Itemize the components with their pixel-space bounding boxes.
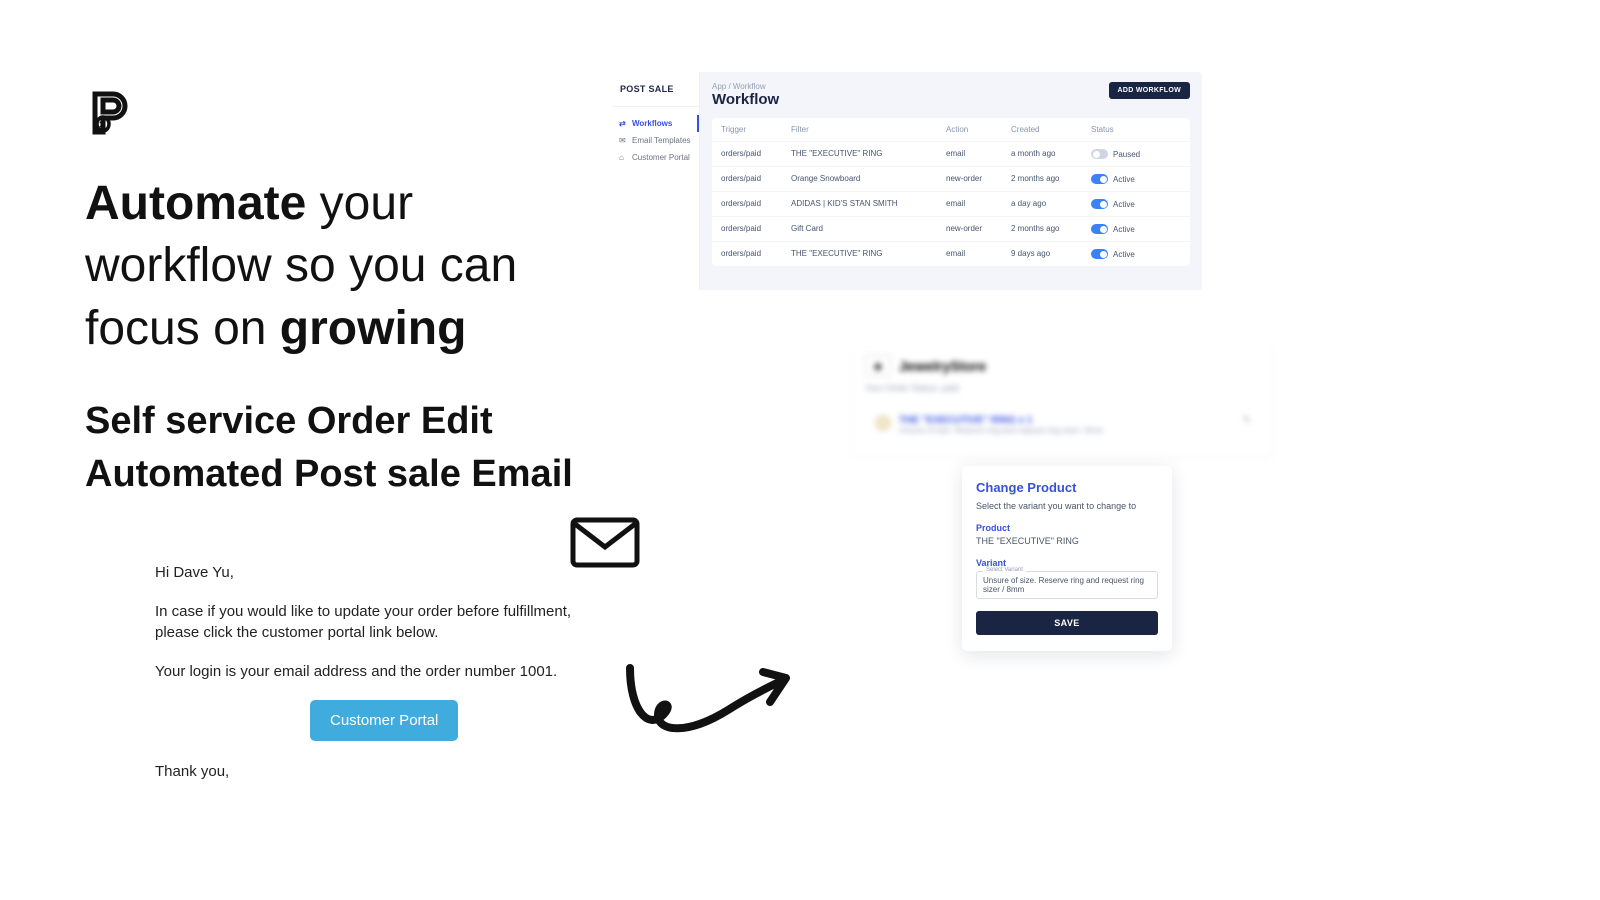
change-product-modal: Change Product Select the variant you wa… xyxy=(962,466,1172,651)
cell-action: new-order xyxy=(946,224,1011,234)
sidebar-item-label: Email Templates xyxy=(632,136,691,145)
status-toggle[interactable] xyxy=(1091,199,1108,209)
headline: Automate your workflow so you can focus … xyxy=(85,173,605,360)
cell-created: 2 months ago xyxy=(1011,174,1091,184)
cell-status: Active xyxy=(1091,199,1181,209)
customer-portal-button[interactable]: Customer Portal xyxy=(310,700,458,741)
product-label: Product xyxy=(976,523,1158,533)
app-brand: POST SALE xyxy=(612,72,699,107)
order-card-blurred: ◈ JewelryStore Your Order Status: paid T… xyxy=(853,343,1273,457)
cell-status: Active xyxy=(1091,224,1181,234)
table-row[interactable]: orders/paidGift Cardnew-order2 months ag… xyxy=(712,217,1190,242)
table-row[interactable]: orders/paidTHE "EXECUTIVE" RINGemaila mo… xyxy=(712,142,1190,167)
status-toggle[interactable] xyxy=(1091,174,1108,184)
cell-trigger: orders/paid xyxy=(721,199,791,209)
cell-filter: ADIDAS | KID'S STAN SMITH xyxy=(791,199,946,209)
status-text: Active xyxy=(1113,175,1135,184)
table-row[interactable]: orders/paidADIDAS | KID'S STAN SMITHemai… xyxy=(712,192,1190,217)
portal-icon: ⌂ xyxy=(619,153,627,162)
product-thumb-icon xyxy=(875,415,891,431)
email-line-1: In case if you would like to update your… xyxy=(155,601,605,643)
status-text: Active xyxy=(1113,250,1135,259)
workflow-table: Trigger Filter Action Created Status ord… xyxy=(712,118,1190,266)
col-status: Status xyxy=(1091,125,1181,134)
cell-action: email xyxy=(946,149,1011,159)
cell-created: 2 months ago xyxy=(1011,224,1091,234)
status-text: Paused xyxy=(1113,150,1140,159)
sidebar-item-label: Workflows xyxy=(632,119,672,128)
order-status: Your Order Status: paid xyxy=(865,383,1261,393)
cell-status: Paused xyxy=(1091,149,1181,159)
cell-trigger: orders/paid xyxy=(721,224,791,234)
headline-strong-2: growing xyxy=(280,302,467,355)
cell-filter: Gift Card xyxy=(791,224,946,234)
cell-action: new-order xyxy=(946,174,1011,184)
email-greeting: Hi Dave Yu, xyxy=(155,562,605,583)
order-line-item: THE "EXECUTIVE" RING x 1 Unsure of size.… xyxy=(865,405,1261,445)
cell-trigger: orders/paid xyxy=(721,249,791,259)
status-toggle[interactable] xyxy=(1091,149,1108,159)
cell-filter: Orange Snowboard xyxy=(791,174,946,184)
add-workflow-button[interactable]: ADD WORKFLOW xyxy=(1109,82,1190,99)
cell-trigger: orders/paid xyxy=(721,149,791,159)
cell-created: a month ago xyxy=(1011,149,1091,159)
status-text: Active xyxy=(1113,225,1135,234)
col-trigger: Trigger xyxy=(721,125,791,134)
headline-strong-1: Automate xyxy=(85,177,306,230)
cell-trigger: orders/paid xyxy=(721,174,791,184)
brand-logo-icon xyxy=(85,90,129,138)
sidebar-item-label: Customer Portal xyxy=(632,153,690,162)
status-toggle[interactable] xyxy=(1091,224,1108,234)
select-value: Unsure of size. Reserve ring and request… xyxy=(983,576,1144,594)
cell-action: email xyxy=(946,249,1011,259)
sidebar-item-workflows[interactable]: ⇄ Workflows xyxy=(612,115,699,132)
templates-icon: ✉ xyxy=(619,136,627,145)
product-value: THE "EXECUTIVE" RING xyxy=(976,536,1158,546)
store-logo-icon: ◈ xyxy=(865,355,891,377)
subhead-post-sale: Automated Post sale Email xyxy=(85,453,605,496)
item-title: THE "EXECUTIVE" RING x 1 xyxy=(899,415,1104,426)
table-row[interactable]: orders/paidTHE "EXECUTIVE" RINGemail9 da… xyxy=(712,242,1190,266)
workflows-icon: ⇄ xyxy=(619,119,627,128)
store-name: JewelryStore xyxy=(899,358,986,374)
table-row[interactable]: orders/paidOrange Snowboardnew-order2 mo… xyxy=(712,167,1190,192)
cell-action: email xyxy=(946,199,1011,209)
breadcrumb: App / Workflow xyxy=(712,82,779,91)
sidebar-item-portal[interactable]: ⌂ Customer Portal xyxy=(612,149,699,166)
page-title: Workflow xyxy=(712,91,779,108)
edit-icon[interactable]: ✎ xyxy=(1243,415,1251,426)
app-sidebar: POST SALE ⇄ Workflows ✉ Email Templates … xyxy=(612,72,700,290)
arrow-doodle-icon xyxy=(618,660,798,750)
cell-created: a day ago xyxy=(1011,199,1091,209)
variant-select[interactable]: Select Variant Unsure of size. Reserve r… xyxy=(976,571,1158,599)
email-line-2: Your login is your email address and the… xyxy=(155,661,605,682)
status-toggle[interactable] xyxy=(1091,249,1108,259)
cell-created: 9 days ago xyxy=(1011,249,1091,259)
col-filter: Filter xyxy=(791,125,946,134)
subhead-order-edit: Self service Order Edit xyxy=(85,400,605,443)
col-created: Created xyxy=(1011,125,1091,134)
email-preview: Hi Dave Yu, In case if you would like to… xyxy=(155,562,605,800)
cell-status: Active xyxy=(1091,249,1181,259)
col-action: Action xyxy=(946,125,1011,134)
save-button[interactable]: SAVE xyxy=(976,611,1158,635)
modal-desc: Select the variant you want to change to xyxy=(976,501,1158,511)
cell-filter: THE "EXECUTIVE" RING xyxy=(791,149,946,159)
modal-title: Change Product xyxy=(976,480,1158,495)
email-thanks: Thank you, xyxy=(155,761,605,782)
status-text: Active xyxy=(1113,200,1135,209)
cell-status: Active xyxy=(1091,174,1181,184)
workflow-app: POST SALE ⇄ Workflows ✉ Email Templates … xyxy=(612,72,1202,290)
sidebar-item-templates[interactable]: ✉ Email Templates xyxy=(612,132,699,149)
item-variant: Unsure of size. Reserve ring and request… xyxy=(899,426,1104,435)
cell-filter: THE "EXECUTIVE" RING xyxy=(791,249,946,259)
table-header: Trigger Filter Action Created Status xyxy=(712,118,1190,142)
select-floating-label: Select Variant xyxy=(983,567,1026,573)
